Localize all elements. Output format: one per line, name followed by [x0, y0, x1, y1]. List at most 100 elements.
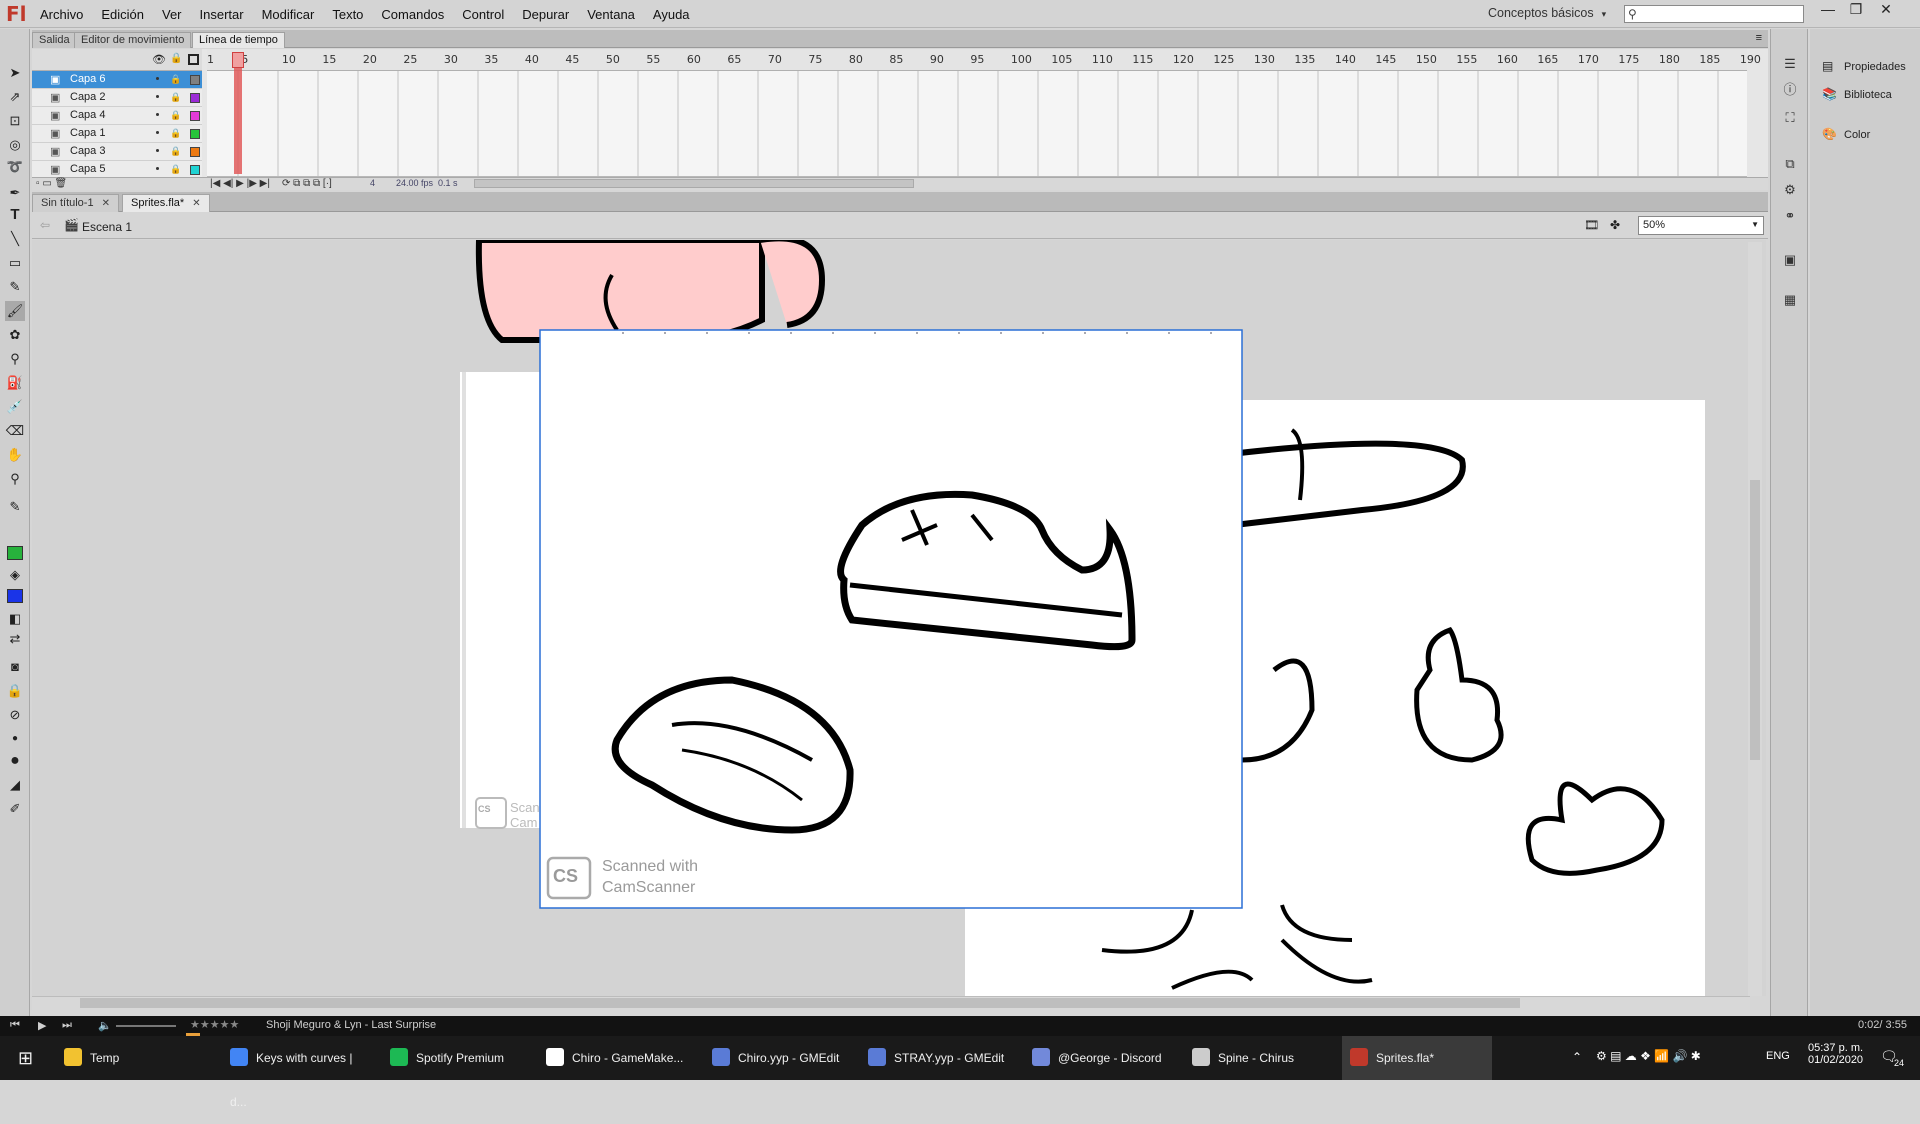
layer-color-swatch[interactable]: [190, 93, 200, 103]
menu-item-ver[interactable]: Ver: [162, 7, 182, 22]
playhead-handle[interactable]: [232, 52, 244, 68]
library-item[interactable]: 📚 Biblioteca: [1822, 87, 1892, 101]
next-track-icon[interactable]: ⏭: [62, 1019, 72, 1032]
layer-color-swatch[interactable]: [190, 129, 200, 139]
swap-colors-icon[interactable]: ⇄: [5, 629, 25, 649]
components-icon[interactable]: ⚙: [1781, 181, 1799, 199]
panel-menu-icon[interactable]: ≡: [1756, 32, 1762, 44]
layer-color-swatch[interactable]: [190, 75, 200, 85]
menu-item-depurar[interactable]: Depurar: [522, 7, 569, 22]
layer-row[interactable]: ▣ Capa 4 🔒: [32, 107, 202, 125]
visibility-dot[interactable]: [156, 149, 159, 152]
taskbar-app[interactable]: @George - Discord: [1024, 1036, 1174, 1080]
tab-output[interactable]: Salida: [32, 32, 77, 48]
close-button[interactable]: ✕: [1872, 0, 1900, 20]
restore-button[interactable]: ❐: [1842, 0, 1870, 20]
layer-row[interactable]: ▣ Capa 1 🔒: [32, 125, 202, 143]
stage-vscroll-thumb[interactable]: [1750, 480, 1760, 760]
language-indicator[interactable]: ENG: [1766, 1050, 1790, 1062]
doc-tab-untitled[interactable]: Sin título-1 ✕: [32, 194, 119, 212]
free-transform-tool-icon[interactable]: ⊡: [5, 111, 25, 131]
black-white-icon[interactable]: ◧: [5, 609, 25, 629]
eye-icon[interactable]: 👁: [152, 53, 166, 66]
outline-icon[interactable]: [188, 54, 199, 65]
info-panel-icon[interactable]: ⓘ: [1781, 81, 1799, 99]
zoom-select[interactable]: 50% ▼: [1638, 216, 1764, 235]
fill-color-icon[interactable]: ◈: [5, 565, 25, 585]
playhead[interactable]: [234, 54, 242, 174]
line-tool-icon[interactable]: ╲: [5, 229, 25, 249]
volume-icon[interactable]: 🔈: [98, 1019, 112, 1032]
lock-icon[interactable]: 🔒: [170, 110, 181, 121]
menu-item-insertar[interactable]: Insertar: [200, 7, 244, 22]
transform-panel-icon[interactable]: ⛶: [1781, 109, 1799, 127]
menu-item-edición[interactable]: Edición: [101, 7, 144, 22]
menu-item-ventana[interactable]: Ventana: [587, 7, 635, 22]
layer-color-swatch[interactable]: [190, 165, 200, 175]
pencil-tool-icon[interactable]: ✎: [5, 277, 25, 297]
color-item[interactable]: 🎨 Color: [1822, 127, 1870, 141]
visibility-dot[interactable]: [156, 113, 159, 116]
menu-item-ayuda[interactable]: Ayuda: [653, 7, 690, 22]
properties-item[interactable]: ▤ Propiedades: [1822, 59, 1906, 73]
layer-row[interactable]: ▣ Capa 6 🔒: [32, 71, 202, 89]
edit-symbols-icon[interactable]: ✤: [1610, 218, 1620, 232]
lock-fill-icon[interactable]: 🔒: [5, 681, 25, 701]
eyedropper-tool-icon[interactable]: 💉: [5, 397, 25, 417]
lock-icon[interactable]: 🔒: [170, 74, 181, 85]
visibility-dot[interactable]: [156, 131, 159, 134]
fill-color-swatch[interactable]: [7, 589, 23, 603]
frame-ruler[interactable]: 1 5 10 15 20 25 30 35 40 45 50 55 60 65 70 75 80 85 90 95 10…: [207, 49, 1761, 71]
swatches-icon[interactable]: ▦: [1781, 291, 1799, 309]
motion-presets-icon[interactable]: ⚭: [1781, 207, 1799, 225]
visibility-dot[interactable]: [156, 95, 159, 98]
brush-shape-icon[interactable]: ◢: [5, 775, 25, 795]
minimize-button[interactable]: —: [1814, 0, 1842, 20]
layer-color-swatch[interactable]: [190, 111, 200, 121]
taskbar-app[interactable]: Keys with curves | d...: [222, 1036, 372, 1109]
doc-tab-sprites[interactable]: Sprites.fla* ✕: [122, 194, 210, 212]
playback-controls[interactable]: |◀ ◀| ▶ |▶ ▶|: [210, 178, 270, 189]
menu-item-comandos[interactable]: Comandos: [381, 7, 444, 22]
brush-tool-icon[interactable]: 🖌: [5, 301, 25, 321]
menu-item-modificar[interactable]: Modificar: [262, 7, 315, 22]
bone-tool-icon[interactable]: ⚲: [5, 349, 25, 369]
timeline-hscroll[interactable]: [474, 179, 914, 188]
stage-hscroll-thumb[interactable]: [80, 998, 1520, 1008]
lasso-tool-icon[interactable]: ➰: [5, 157, 25, 177]
menu-item-archivo[interactable]: Archivo: [40, 7, 83, 22]
start-button[interactable]: ⊞: [10, 1036, 46, 1080]
tab-timeline[interactable]: Línea de tiempo: [192, 32, 285, 48]
rating-stars[interactable]: ★★★★★: [190, 1018, 239, 1031]
lock-icon[interactable]: 🔒: [170, 164, 181, 175]
new-layer-icon[interactable]: ▫ ▭ 🗑: [36, 178, 67, 189]
stroke-color-icon[interactable]: ✎: [5, 497, 25, 517]
menu-item-control[interactable]: Control: [462, 7, 504, 22]
stage-area[interactable]: CS Scan Cam CS Scanned with CamScanner: [32, 240, 1766, 996]
back-arrow-icon[interactable]: ⇦: [40, 218, 50, 232]
brush-size-small-icon[interactable]: ●: [5, 729, 25, 749]
align-panel-icon[interactable]: ☰: [1781, 55, 1799, 73]
paint-bucket-tool-icon[interactable]: ⛽: [5, 373, 25, 393]
taskbar-app[interactable]: Sprites.fla*: [1342, 1036, 1492, 1080]
play-icon[interactable]: ▶: [38, 1019, 46, 1032]
visibility-dot[interactable]: [156, 77, 159, 80]
zoom-tool-icon[interactable]: ⚲: [5, 469, 25, 489]
menu-item-texto[interactable]: Texto: [332, 7, 363, 22]
brush-mode-icon[interactable]: ⊘: [5, 705, 25, 725]
text-tool-icon[interactable]: T: [5, 205, 25, 225]
scene-name[interactable]: Escena 1: [82, 220, 132, 234]
layer-row[interactable]: ▣ Capa 3 🔒: [32, 143, 202, 161]
taskbar-app[interactable]: Chiro.yyp - GMEdit: [704, 1036, 854, 1080]
help-search[interactable]: ⚲: [1624, 5, 1804, 23]
workspace-selector[interactable]: Conceptos básicos ▾: [1488, 6, 1606, 20]
pen-tool-icon[interactable]: ✒: [5, 183, 25, 203]
hand-tool-icon[interactable]: ✋: [5, 445, 25, 465]
object-drawing-icon[interactable]: ◙: [5, 657, 25, 677]
layer-color-swatch[interactable]: [190, 147, 200, 157]
rectangle-tool-icon[interactable]: ▭: [5, 253, 25, 273]
lock-icon[interactable]: 🔒: [170, 92, 181, 103]
previous-track-icon[interactable]: ⏮: [10, 1019, 20, 1032]
selection-tool-icon[interactable]: ➤: [5, 63, 25, 83]
volume-slider[interactable]: [116, 1025, 176, 1027]
